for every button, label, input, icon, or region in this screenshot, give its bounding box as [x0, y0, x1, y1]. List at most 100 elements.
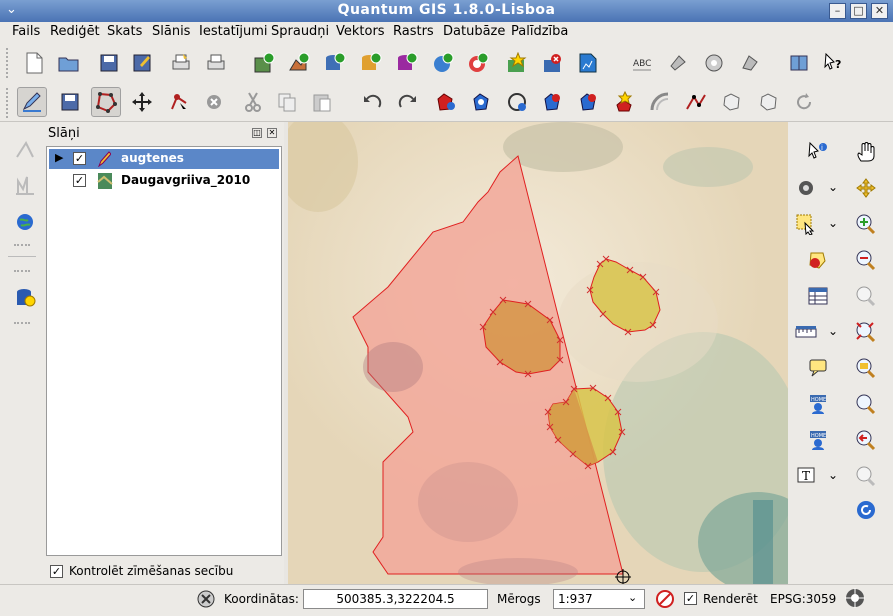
menu-plugins[interactable]: Spraudņi	[271, 24, 329, 39]
menu-view[interactable]: Skats	[107, 24, 142, 39]
toolbar-grip[interactable]	[6, 48, 10, 78]
layer-item-augtenes[interactable]: ▶ ✓ augtenes	[49, 149, 279, 169]
bookmark-new-icon[interactable]: HOME	[804, 390, 832, 418]
measure-icon[interactable]	[792, 318, 820, 346]
split-icon[interactable]	[681, 87, 711, 117]
undo-icon[interactable]	[357, 87, 387, 117]
expand-arrow-icon[interactable]: ▶	[55, 151, 63, 164]
close-panel-icon[interactable]: ✕	[267, 128, 277, 138]
save-project-icon[interactable]	[94, 48, 124, 78]
render-order-checkbox[interactable]: ✓	[50, 565, 63, 578]
pan-hand-icon[interactable]	[852, 138, 880, 166]
select-features-icon[interactable]	[792, 210, 820, 238]
action-gear-icon[interactable]	[792, 174, 820, 202]
reshape-icon[interactable]	[609, 87, 639, 117]
toggle-editing-icon[interactable]	[17, 87, 47, 117]
add-wms-icon[interactable]	[428, 48, 458, 78]
profile-icon[interactable]	[11, 172, 39, 200]
chevron-down-icon[interactable]: ⌄	[828, 324, 838, 338]
maximize-button[interactable]: □	[850, 3, 867, 19]
layer-item-daugavgriiva[interactable]: ✓ Daugavgriiva_2010	[49, 171, 279, 191]
menu-file[interactable]: Fails	[12, 24, 40, 39]
add-wfs-icon[interactable]	[463, 48, 493, 78]
delete-ring-icon[interactable]	[537, 87, 567, 117]
move-feature-icon[interactable]	[127, 87, 157, 117]
capture-polygon-icon[interactable]	[91, 87, 121, 117]
add-part-icon[interactable]	[502, 87, 532, 117]
whats-this-icon[interactable]: ?	[818, 48, 848, 78]
coords-field[interactable]: 500385.3,322204.5	[303, 589, 488, 609]
menu-settings[interactable]: Iestatījumi	[199, 24, 268, 39]
zoom-last-icon[interactable]	[852, 426, 880, 454]
redo-icon[interactable]	[393, 87, 423, 117]
stop-render-icon[interactable]	[655, 589, 675, 609]
toolbar-grip[interactable]	[6, 88, 10, 118]
refresh-map-icon[interactable]	[852, 496, 880, 524]
projection-icon[interactable]	[844, 587, 866, 609]
add-vector-icon[interactable]	[284, 48, 314, 78]
map-canvas[interactable]	[288, 122, 788, 584]
text-annotation-icon[interactable]: T	[792, 462, 820, 490]
layer-checkbox[interactable]: ✓	[73, 152, 86, 165]
menu-edit[interactable]: Rediģēt	[50, 24, 100, 39]
database-icon[interactable]	[11, 284, 39, 312]
new-project-icon[interactable]	[19, 48, 49, 78]
deselect-icon[interactable]	[804, 246, 832, 274]
chevron-down-icon[interactable]: ⌄	[828, 216, 838, 230]
zoom-to-layer-icon[interactable]	[852, 354, 880, 382]
menu-help[interactable]: Palīdzība	[511, 24, 568, 39]
save-edits-icon[interactable]	[55, 87, 85, 117]
add-ring-icon[interactable]	[466, 87, 496, 117]
node-tool-icon[interactable]	[164, 87, 194, 117]
identify-icon[interactable]: i	[804, 138, 832, 166]
simplify-icon[interactable]	[430, 87, 460, 117]
menu-raster[interactable]: Rastrs	[393, 24, 434, 39]
zoom-to-selection-icon[interactable]	[852, 318, 880, 346]
chevron-down-icon[interactable]: ⌄	[828, 468, 838, 482]
minimize-button[interactable]: –	[829, 3, 846, 19]
pan-to-selection-icon[interactable]	[852, 174, 880, 202]
menu-vector[interactable]: Vektors	[336, 24, 385, 39]
rotate-icon[interactable]	[754, 87, 784, 117]
add-raster-icon[interactable]	[249, 48, 279, 78]
help-icon[interactable]	[784, 48, 814, 78]
plugins-icon[interactable]	[663, 48, 693, 78]
plugin-config-icon[interactable]	[699, 48, 729, 78]
new-layer-icon[interactable]	[502, 48, 532, 78]
merge-icon[interactable]	[717, 87, 747, 117]
remove-layer-icon[interactable]	[538, 48, 568, 78]
chevron-down-icon[interactable]: ⌄	[628, 591, 637, 604]
paste-icon[interactable]	[307, 87, 337, 117]
zoom-in-icon[interactable]	[852, 210, 880, 238]
delete-selected-icon[interactable]	[199, 87, 229, 117]
add-mssql-icon[interactable]	[392, 48, 422, 78]
mouse-coords-icon[interactable]	[196, 589, 216, 609]
cut-icon[interactable]	[238, 87, 268, 117]
zoom-full-icon[interactable]	[852, 282, 880, 310]
menu-layer[interactable]: Slānis	[152, 24, 190, 39]
print-composer-icon[interactable]	[166, 48, 196, 78]
map-tips-icon[interactable]	[804, 354, 832, 382]
save-as-icon[interactable]	[127, 48, 157, 78]
offset-icon[interactable]	[645, 87, 675, 117]
gps-icon[interactable]	[573, 48, 603, 78]
bookmarks-icon[interactable]: HOME	[804, 426, 832, 454]
float-panel-icon[interactable]: ◫	[252, 128, 262, 138]
refresh-icon[interactable]	[789, 87, 819, 117]
globe-icon[interactable]	[11, 208, 39, 236]
epsg-label[interactable]: EPSG:3059	[770, 592, 836, 606]
chevron-down-icon[interactable]: ⌄	[828, 180, 838, 194]
spell-check-icon[interactable]: ABC	[628, 48, 658, 78]
close-button[interactable]: ✕	[871, 3, 888, 19]
add-spatialite-icon[interactable]	[356, 48, 386, 78]
open-project-icon[interactable]	[54, 48, 84, 78]
attribute-table-icon[interactable]	[804, 282, 832, 310]
print-icon[interactable]	[201, 48, 231, 78]
settings-icon[interactable]	[735, 48, 765, 78]
zoom-next-icon[interactable]	[852, 462, 880, 490]
delete-part-icon[interactable]	[573, 87, 603, 117]
zoom-out-icon[interactable]	[852, 246, 880, 274]
copy-icon[interactable]	[272, 87, 302, 117]
menu-database[interactable]: Datubāze	[443, 24, 505, 39]
add-postgis-icon[interactable]	[320, 48, 350, 78]
